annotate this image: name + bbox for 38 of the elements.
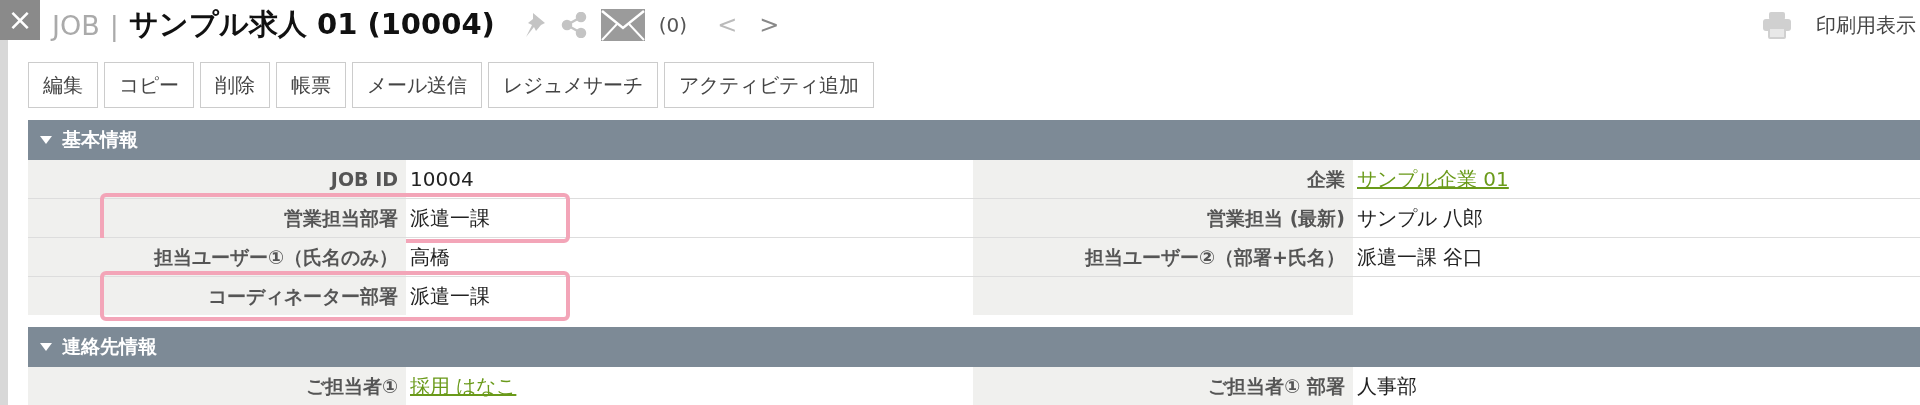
section-header[interactable]: 基本情報 [28, 120, 1920, 160]
field-label: 担当ユーザー②（部署+氏名） [973, 238, 1353, 276]
section-title: 基本情報 [62, 127, 138, 152]
caret-down-icon[interactable] [40, 342, 52, 352]
section-title: 連絡先情報 [62, 334, 157, 359]
window-title: サンプル求人 01 (10004) [128, 6, 495, 43]
mail-icon[interactable] [600, 9, 645, 41]
field-value: 10004 [409, 166, 475, 193]
field-value: 派遣一課 [409, 205, 491, 232]
toolbar-button[interactable]: コピー [104, 62, 194, 108]
toolbar-button[interactable]: レジュメサーチ [488, 62, 658, 108]
field-label: 営業担当部署 [28, 199, 406, 237]
field-label: ご担当者① [28, 367, 406, 405]
record-type: JOB [52, 9, 100, 41]
caret-down-icon[interactable] [40, 135, 52, 145]
field-value: 派遣一課 [409, 283, 491, 310]
field-value: サンプル 八郎 [1356, 205, 1485, 232]
field-value: 派遣一課 谷口 [1356, 244, 1485, 271]
toolbar-button[interactable]: アクティビティ追加 [664, 62, 874, 108]
toolbar-button[interactable]: 編集 [28, 62, 98, 108]
field-label: 営業担当 (最新) [973, 199, 1353, 237]
field-value: 人事部 [1356, 373, 1418, 400]
separator: | [109, 9, 119, 41]
field-label: コーディネーター部署 [28, 277, 406, 315]
field-label: JOB ID [28, 160, 406, 198]
section-header[interactable]: 連絡先情報 [28, 327, 1920, 367]
share-icon[interactable] [560, 12, 587, 38]
field-label: 担当ユーザー①（氏名のみ） [28, 238, 406, 276]
field-label: ご担当者① 部署 [973, 367, 1353, 405]
toolbar-button[interactable]: メール送信 [352, 62, 482, 108]
field-label: 企業 [973, 160, 1353, 198]
mail-count: (0) [658, 13, 688, 37]
toolbar-button[interactable]: 削除 [200, 62, 270, 108]
toolbar-button[interactable]: 帳票 [276, 62, 346, 108]
field-value: 高橋 [409, 244, 451, 271]
print-view-link[interactable]: 印刷用表示 [1816, 11, 1916, 39]
next-button[interactable]: > [759, 11, 780, 39]
printer-icon[interactable] [1762, 10, 1792, 40]
